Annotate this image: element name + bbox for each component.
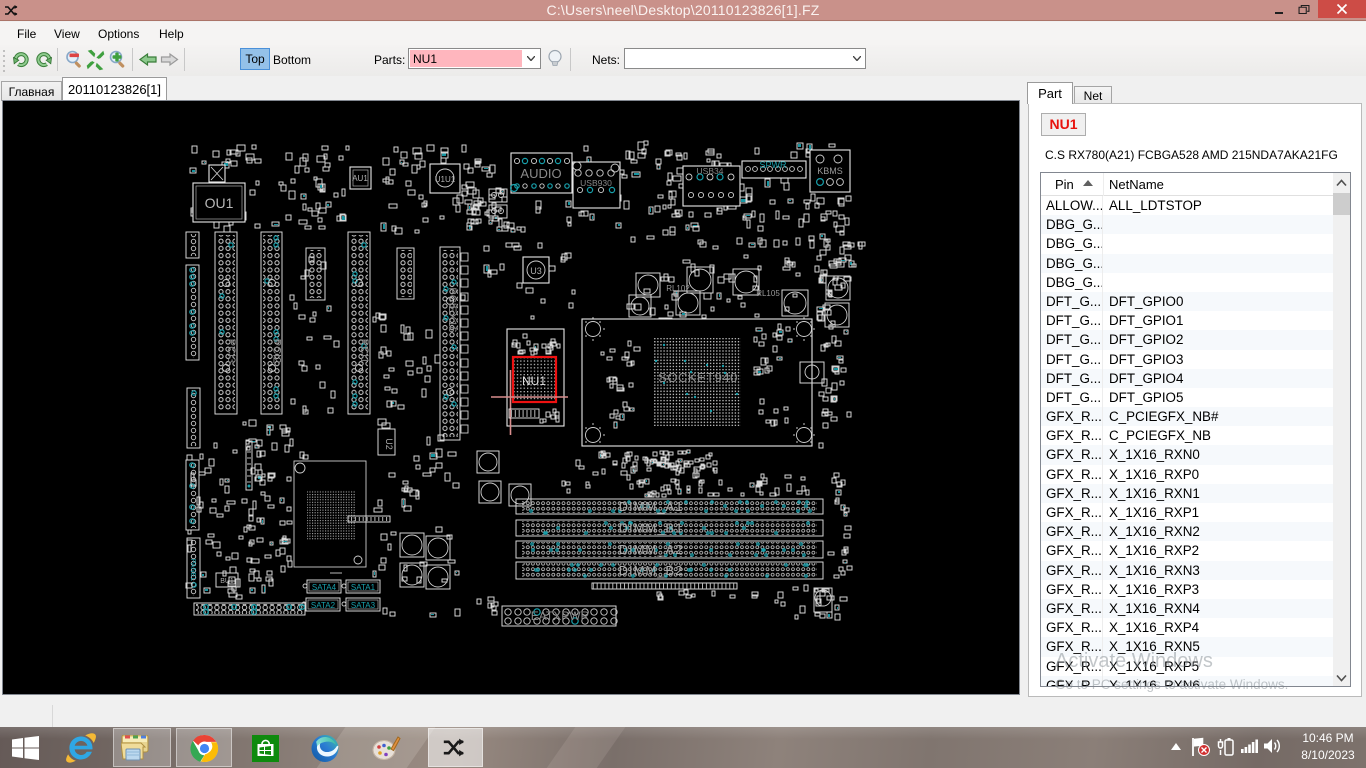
svg-text:DIMM_A1: DIMM_A1 (619, 499, 684, 514)
svg-text:NU1: NU1 (522, 374, 546, 388)
svg-text:PANEL: PANEL (189, 559, 196, 582)
svg-text:OU1: OU1 (205, 195, 234, 211)
svg-text:SATA4: SATA4 (312, 583, 337, 592)
svg-text:RL105: RL105 (756, 289, 780, 298)
svg-text:DIMM_B1: DIMM_B1 (619, 521, 684, 536)
svg-text:AU1: AU1 (352, 174, 368, 183)
svg-text:AUDIO: AUDIO (520, 166, 561, 181)
svg-text:U2: U2 (384, 438, 394, 450)
svg-text:U3: U3 (530, 266, 542, 276)
svg-text:DIMM_B2: DIMM_B2 (619, 563, 684, 578)
svg-text:PCI1: PCI1 (358, 339, 370, 363)
svg-text:SPWR: SPWR (760, 160, 788, 170)
svg-text:EATXPWR: EATXPWR (531, 609, 590, 623)
svg-text:KBMS: KBMS (817, 166, 843, 176)
svg-text:SATA2: SATA2 (311, 601, 336, 610)
svg-text:SATA1: SATA1 (351, 583, 376, 592)
svg-text:USB930: USB930 (580, 178, 612, 188)
svg-text:SATA3: SATA3 (351, 601, 376, 610)
svg-text:USB34: USB34 (697, 166, 724, 176)
svg-text:PCI3: PCI3 (225, 339, 237, 363)
svg-text:U1U1: U1U1 (435, 175, 456, 184)
svg-text:DIMM_A2: DIMM_A2 (619, 542, 684, 557)
svg-text:PCI2: PCI2 (271, 339, 283, 363)
svg-text:PCIEX16: PCIEX16 (446, 287, 458, 332)
